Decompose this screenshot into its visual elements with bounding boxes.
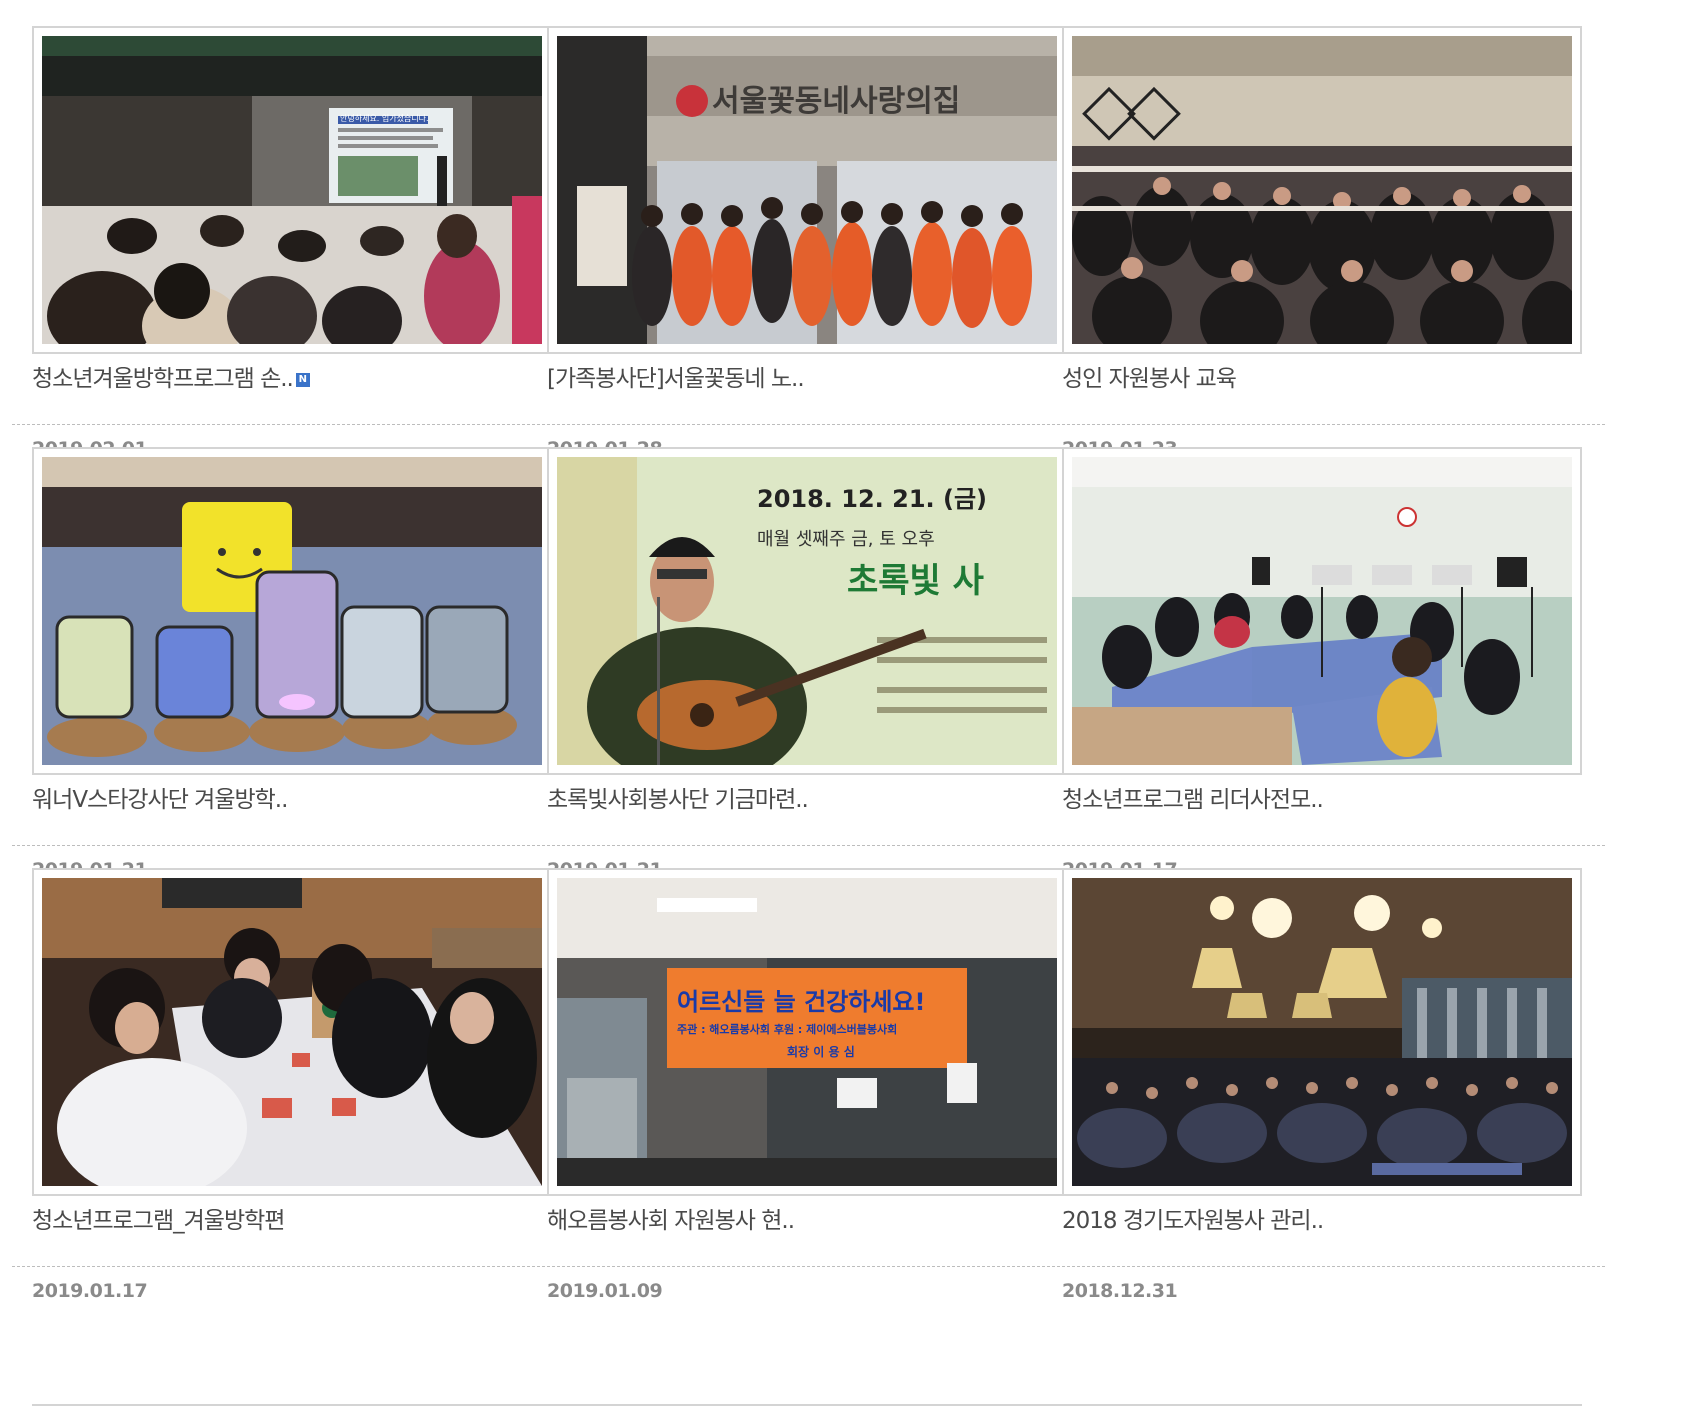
post-date: 2019.01.17 xyxy=(32,1280,148,1302)
thumbnail-link[interactable]: 안녕하세요. 입가셨습니다. xyxy=(32,26,552,354)
divider xyxy=(527,845,1090,846)
thumbnail-link[interactable] xyxy=(1062,447,1582,775)
divider xyxy=(12,424,575,425)
thumbnail-image xyxy=(42,457,542,765)
post-title[interactable]: 초록빛사회봉사단 기금마련.. xyxy=(547,785,1067,815)
post-date: 2019.01.09 xyxy=(547,1280,663,1302)
thumbnail-link[interactable] xyxy=(32,1404,552,1408)
thumbnail-link[interactable] xyxy=(32,868,552,1196)
photo-gallery: 안녕하세요. 입가셨습니다. 청소년겨울방학프로그램 손.. N 서울꽃동네사랑… xyxy=(0,0,1704,1406)
thumbnail-image xyxy=(1072,457,1572,765)
post-title[interactable]: [가족봉사단]서울꽃동네 노.. xyxy=(547,364,1067,394)
post-title[interactable]: 2018 경기도자원봉사 관리.. xyxy=(1062,1206,1582,1236)
post-title[interactable]: 워너V스타강사단 겨울방학.. xyxy=(32,785,552,815)
storefront-sign: 서울꽃동네사랑의집 xyxy=(712,84,960,119)
banner-main: 어르신들 늘 건강하세요! xyxy=(677,988,925,1016)
poster-line: 매월 셋째주 금, 토 오후 xyxy=(757,529,935,550)
poster-date: 2018. 12. 21. (금) xyxy=(757,485,987,513)
thumbnail-image: 안녕하세요. 입가셨습니다. xyxy=(42,36,542,344)
new-badge-icon: N xyxy=(295,372,310,387)
poster-title: 초록빛 사 xyxy=(847,561,984,601)
thumbnail-link[interactable]: 2018. 12. 21. (금) 매월 셋째주 금, 토 오후 초록빛 사 xyxy=(547,447,1067,775)
post-title[interactable]: 청소년겨울방학프로그램 손.. N xyxy=(32,364,552,394)
thumbnail-image: 2018. 12. 21. (금) 매월 셋째주 금, 토 오후 초록빛 사 xyxy=(557,457,1057,765)
banner-sub: 주관 : 해오름봉사회 후원 : 제이에스버블봉사회 xyxy=(677,1022,897,1036)
thumbnail-link[interactable]: 서울꽃동네사랑의집 xyxy=(547,26,1067,354)
post-title[interactable]: 청소년프로그램 리더사전모.. xyxy=(1062,785,1582,815)
divider xyxy=(1042,845,1605,846)
divider xyxy=(527,1266,1090,1267)
divider xyxy=(12,1266,575,1267)
thumbnail-link[interactable] xyxy=(32,447,552,775)
divider xyxy=(1042,1266,1605,1267)
post-title[interactable]: 청소년프로그램_겨울방학편 xyxy=(32,1206,552,1236)
divider xyxy=(12,845,575,846)
divider xyxy=(1042,424,1605,425)
thumbnail-image xyxy=(1072,36,1572,344)
thumbnail-image: 서울꽃동네사랑의집 xyxy=(557,36,1057,344)
thumbnail-image: 어르신들 늘 건강하세요! 주관 : 해오름봉사회 후원 : 제이에스버블봉사회… xyxy=(557,878,1057,1186)
thumbnail-link[interactable] xyxy=(547,1404,1067,1408)
banner-sign: 회장 이 용 심 xyxy=(787,1044,855,1059)
divider xyxy=(527,424,1090,425)
thumbnail-link[interactable] xyxy=(1062,868,1582,1196)
thumbnail-link[interactable] xyxy=(1062,26,1582,354)
thumbnail-image xyxy=(1072,878,1572,1186)
thumbnail-link[interactable]: 어르신들 늘 건강하세요! 주관 : 해오름봉사회 후원 : 제이에스버블봉사회… xyxy=(547,868,1067,1196)
thumbnail-link[interactable] xyxy=(1062,1404,1582,1408)
post-title[interactable]: 성인 자원봉사 교육 xyxy=(1062,364,1582,394)
post-date: 2018.12.31 xyxy=(1062,1280,1178,1302)
thumbnail-image xyxy=(42,878,542,1186)
slide-title: 안녕하세요. 입가셨습니다. xyxy=(340,113,429,123)
post-title[interactable]: 해오름봉사회 자원봉사 현.. xyxy=(547,1206,1067,1236)
